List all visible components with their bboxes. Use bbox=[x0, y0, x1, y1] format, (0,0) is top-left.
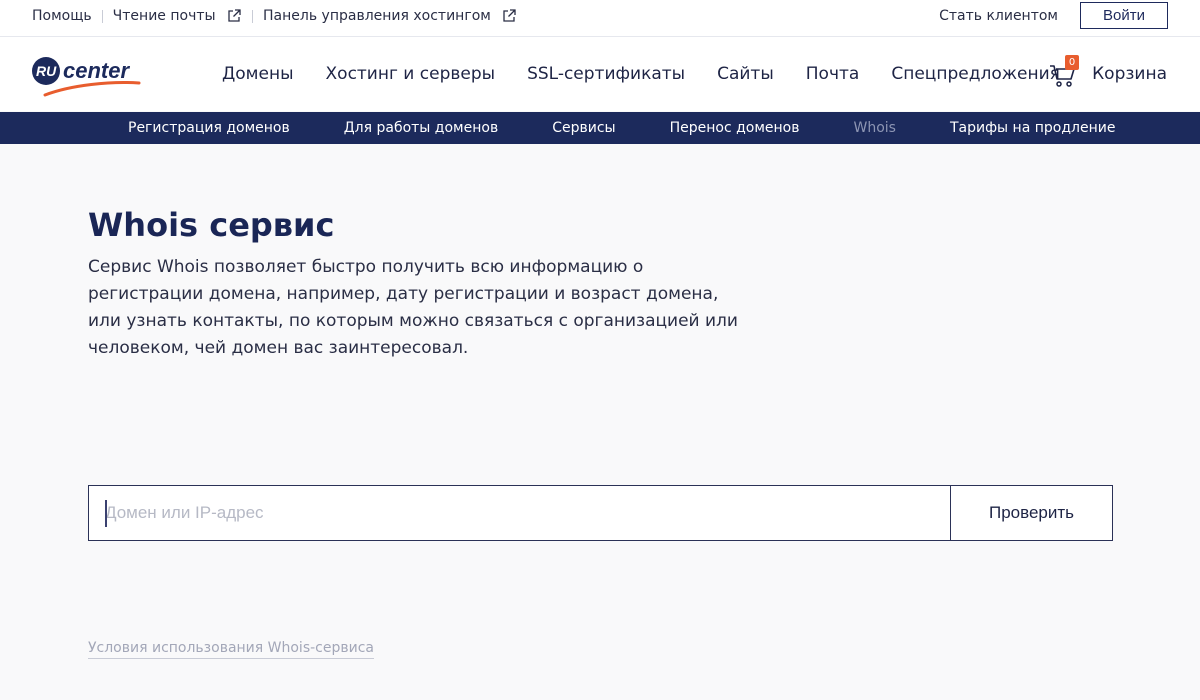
divider bbox=[252, 9, 254, 23]
logo-prefix: RU bbox=[36, 63, 57, 79]
login-button[interactable]: Войти bbox=[1080, 2, 1168, 29]
domain-search-input[interactable] bbox=[89, 486, 950, 540]
whois-search-form: Проверить bbox=[88, 485, 1113, 541]
mail-link-label: Чтение почты bbox=[112, 8, 216, 24]
utility-bar: Помощь Чтение почты Панель управления хо… bbox=[0, 0, 1200, 37]
cart-icon-wrap: 0 bbox=[1048, 55, 1080, 89]
nav-item-domains[interactable]: Домены bbox=[222, 64, 294, 84]
domains-subnav: Регистрация доменов Для работы доменов С… bbox=[0, 112, 1200, 144]
nav-item-ssl[interactable]: SSL-сертификаты bbox=[527, 64, 685, 84]
nav-item-mail[interactable]: Почта bbox=[806, 64, 860, 84]
main-header: RU center Домены Хостинг и серверы SSL-с… bbox=[0, 37, 1200, 111]
hosting-panel-link-label: Панель управления хостингом bbox=[263, 8, 491, 24]
logo-name: center bbox=[63, 58, 130, 83]
nav-item-hosting[interactable]: Хостинг и серверы bbox=[326, 64, 496, 84]
subnav-item-transfer[interactable]: Перенос доменов bbox=[670, 120, 800, 136]
subnav-item-renewal-tariffs[interactable]: Тарифы на продление bbox=[950, 120, 1115, 136]
subnav-item-registration[interactable]: Регистрация доменов bbox=[128, 120, 290, 136]
subnav-items: Регистрация доменов Для работы доменов С… bbox=[128, 112, 1169, 144]
nav-item-offers[interactable]: Спецпредложения bbox=[891, 64, 1060, 84]
main-nav: Домены Хостинг и серверы SSL-сертификаты… bbox=[222, 37, 1092, 111]
divider bbox=[101, 9, 103, 23]
utility-links: Помощь Чтение почты Панель управления хо… bbox=[32, 0, 517, 32]
account-actions: Стать клиентом Войти bbox=[939, 2, 1168, 29]
hosting-panel-link[interactable]: Панель управления хостингом bbox=[263, 8, 517, 24]
cart-count-badge: 0 bbox=[1065, 55, 1080, 70]
external-link-icon bbox=[228, 9, 241, 22]
external-link-icon bbox=[503, 9, 516, 22]
page-title: Whois сервис bbox=[88, 206, 335, 244]
text-cursor bbox=[105, 500, 107, 527]
subnav-item-domain-tools[interactable]: Для работы доменов bbox=[344, 120, 498, 136]
help-link[interactable]: Помощь bbox=[32, 8, 92, 24]
mail-link[interactable]: Чтение почты bbox=[113, 8, 242, 24]
check-button[interactable]: Проверить bbox=[950, 486, 1112, 540]
cart-button[interactable]: 0 Корзина bbox=[1048, 55, 1167, 89]
subnav-item-services[interactable]: Сервисы bbox=[552, 120, 615, 136]
logo-swoosh bbox=[43, 81, 141, 97]
ru-center-logo[interactable]: RU center bbox=[31, 51, 143, 97]
whois-terms-link[interactable]: Условия использования Whois-сервиса bbox=[88, 640, 374, 659]
subnav-item-whois[interactable]: Whois bbox=[854, 120, 896, 136]
nav-item-sites[interactable]: Сайты bbox=[717, 64, 774, 84]
page-description: Сервис Whois позволяет быстро получить в… bbox=[88, 257, 738, 358]
become-client-link[interactable]: Стать клиентом bbox=[939, 8, 1058, 24]
cart-label: Корзина bbox=[1092, 64, 1167, 84]
